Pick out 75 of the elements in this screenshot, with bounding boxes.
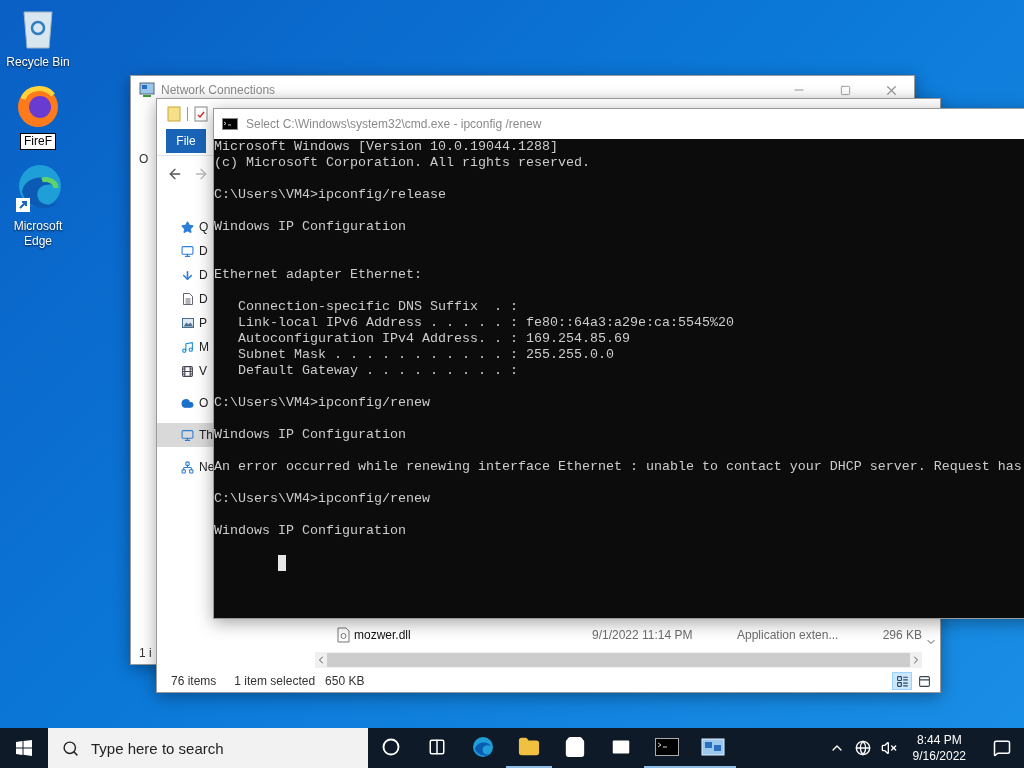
sidebar-item-label: D — [199, 244, 208, 258]
sidebar-item-label: V — [199, 364, 207, 378]
firefox-icon[interactable] — [15, 83, 61, 129]
sidebar-item-label: P — [199, 316, 207, 330]
back-button[interactable] — [167, 166, 183, 182]
console-line: C:\Users\VM4>ipconfig/release — [214, 187, 446, 203]
search-field[interactable]: Type here to search — [48, 728, 368, 768]
network-icon — [179, 458, 196, 476]
ribbon-tab-text: O — [139, 152, 149, 166]
sidebar-item-label: D — [199, 268, 208, 282]
sidebar-item[interactable]: P — [157, 311, 214, 335]
sidebar-item[interactable]: D — [157, 287, 214, 311]
console-line: Windows IP Configuration — [214, 219, 406, 235]
console-line: Link-local IPv6 Address . . . . . : fe80::64a3:a29e:ca:5545%20 — [237, 315, 734, 331]
console-line: An error occurred while renewing interface Ethernet : unable to contact your DHCP server. Request has — [214, 459, 1022, 475]
checked-document-icon[interactable] — [194, 106, 208, 122]
network-connections-icon — [701, 737, 725, 757]
clock[interactable]: 8:44 PM 9/16/2022 — [904, 732, 974, 764]
console-line: Connection-specific DNS Suffix . : — [237, 299, 518, 315]
console-line: C:\Users\VM4>ipconfig/renew — [214, 491, 430, 507]
window-title: Select C:\Windows\system32\cmd.exe - ipconfig /renew — [246, 117, 542, 131]
console-line: Subnet Mask . . . . . . . . . . . : 255.255.0.0 — [237, 347, 614, 363]
tiles-view-icon — [917, 674, 931, 688]
item-count: 76 items — [171, 674, 217, 688]
desktop-icon-label[interactable]: Microsoft Edge — [0, 218, 77, 250]
sidebar-item-label: M — [199, 340, 209, 354]
windows-logo-icon — [16, 740, 32, 756]
console-line: Windows IP Configuration — [214, 523, 406, 539]
rename-field[interactable]: FireF — [20, 133, 56, 150]
search-icon — [62, 739, 79, 757]
circle-icon — [382, 738, 400, 756]
task-view-icon — [428, 738, 446, 756]
console-line: Windows IP Configuration — [214, 427, 406, 443]
sidebar-item[interactable]: D — [157, 239, 214, 263]
sidebar-item[interactable]: O — [157, 391, 214, 415]
terminal-icon — [222, 118, 238, 130]
sidebar-item-label: D — [199, 292, 208, 306]
details-view-button[interactable] — [892, 672, 912, 690]
sidebar-item[interactable]: D — [157, 263, 214, 287]
console-line: Microsoft Windows [Version 10.0.19044.1288] — [214, 139, 558, 155]
file-gear-icon — [337, 627, 350, 643]
sidebar-item[interactable]: M — [157, 335, 214, 359]
edge-icon — [471, 735, 495, 759]
folder-icon — [518, 736, 540, 758]
sidebar-item-label: Th — [199, 428, 213, 442]
console-line: Ethernet adapter Ethernet: — [214, 267, 422, 283]
star-icon — [179, 218, 196, 236]
file-size: 296 KB — [881, 628, 922, 642]
file-date: 9/1/2022 11:14 PM — [592, 628, 694, 642]
file-row[interactable]: mozwer.dll 9/1/2022 11:14 PM Application exten... 296 KB — [315, 624, 922, 646]
sidebar-item[interactable]: Q — [157, 215, 214, 239]
clock-date: 9/16/2022 — [912, 748, 966, 764]
file-name: mozwer.dll — [354, 628, 412, 642]
terminal-icon — [655, 738, 679, 756]
sidebar-item[interactable]: Th — [157, 423, 214, 447]
maximize-icon — [839, 84, 851, 96]
recycle-bin-icon[interactable] — [21, 8, 55, 50]
selection-size: 650 KB — [325, 674, 365, 688]
console-line: Default Gateway . . . . . . . . . : — [237, 363, 518, 379]
details-view-icon — [895, 674, 909, 688]
file-tab[interactable]: File — [166, 129, 206, 153]
selection-status: 1 item selected — [234, 674, 316, 688]
network-connections-icon — [139, 82, 155, 98]
status-text: 1 i — [139, 646, 152, 660]
console-line: C:\Users\VM4>ipconfig/renew — [214, 395, 430, 411]
console-line: Autoconfiguration IPv4 Address. . : 169.254.85.69 — [237, 331, 630, 347]
file-type: Application exten... — [737, 628, 840, 642]
console-line: (c) Microsoft Corporation. All rights reserved. — [214, 155, 590, 171]
desktop-icon-label[interactable]: Recycle Bin — [0, 54, 77, 71]
sidebar-item-label: O — [199, 396, 209, 410]
clock-time: 8:44 PM — [916, 732, 962, 748]
sidebar-item[interactable]: V — [157, 359, 214, 383]
edge-icon[interactable] — [14, 162, 62, 214]
window-title: Network Connections — [161, 83, 276, 97]
sidebar-item-label: Q — [199, 220, 209, 234]
